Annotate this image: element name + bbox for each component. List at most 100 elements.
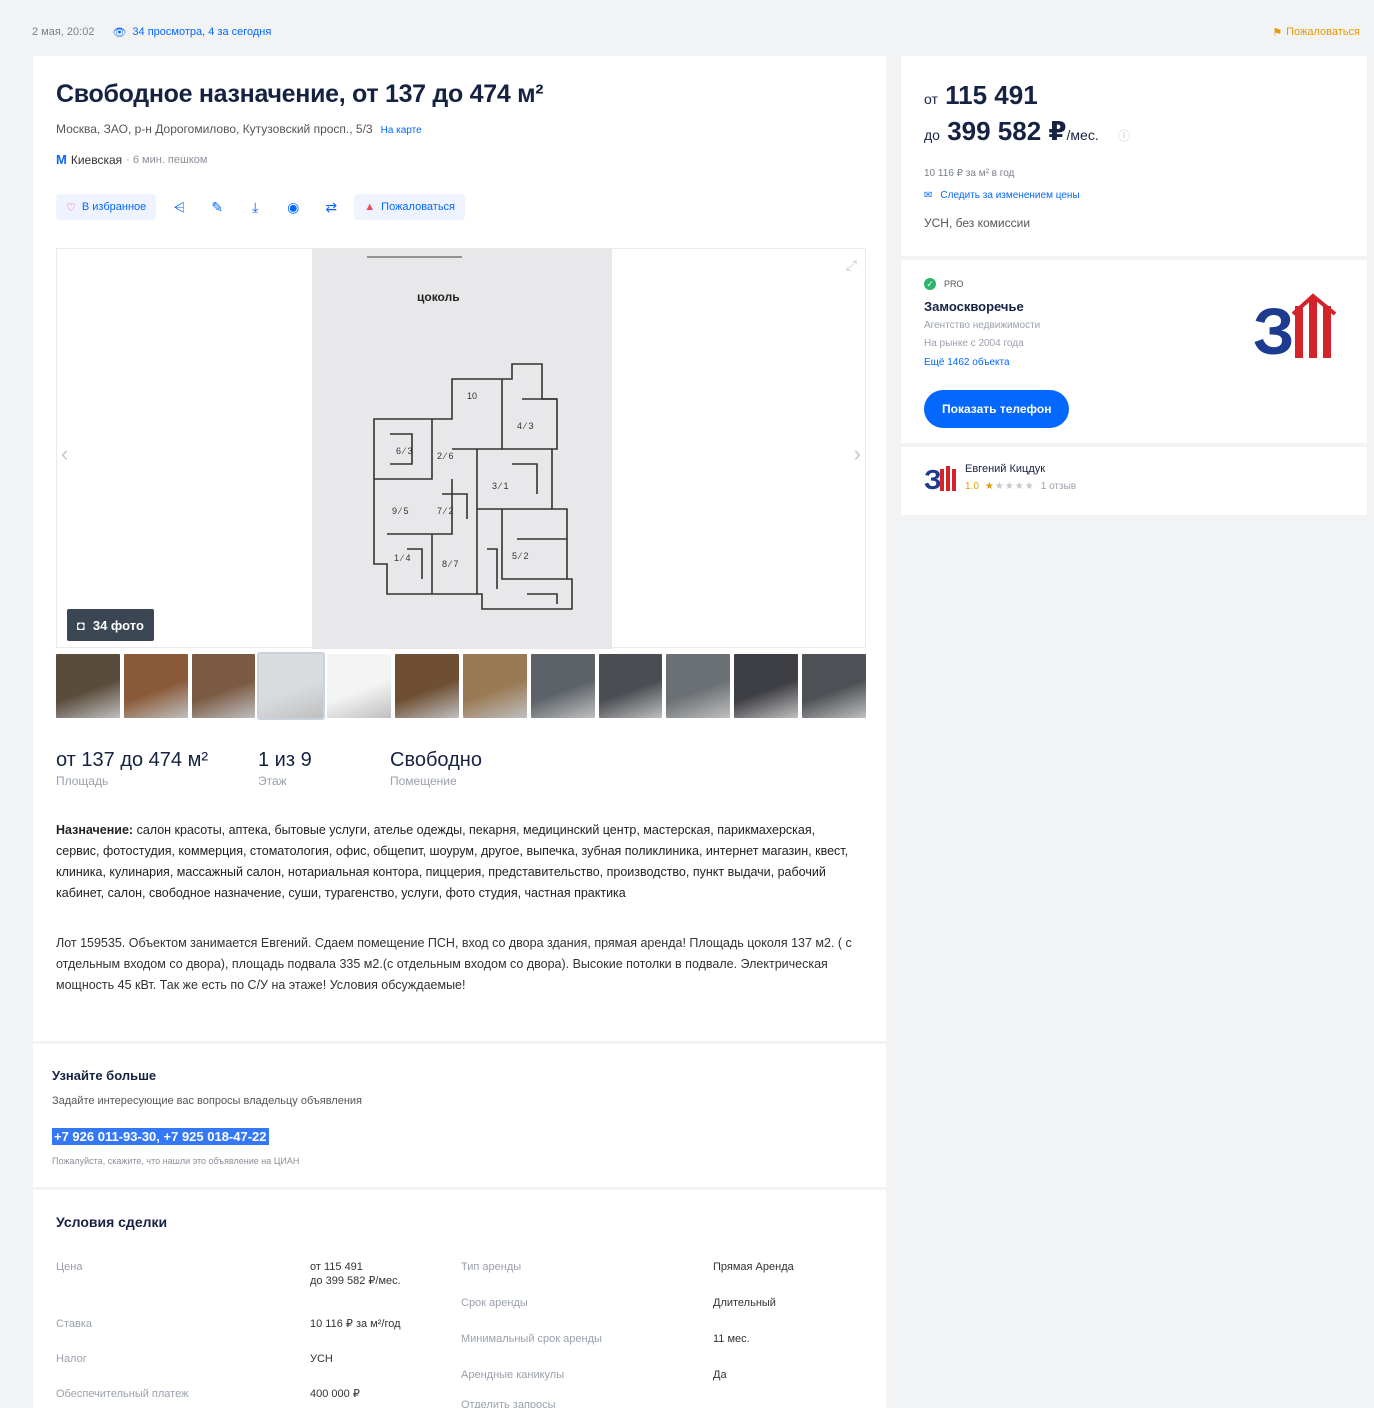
purpose-text: салон красоты, аптека, бытовые услуги, а… (56, 823, 849, 900)
photo-thumbnail[interactable] (734, 654, 799, 718)
plan-label: цоколь (417, 290, 460, 304)
metro-icon: М (56, 152, 67, 167)
fact-premises-label: Помещение (390, 774, 457, 788)
learn-more-subheading: Задайте интересующие вас вопросы владель… (52, 1095, 363, 1107)
photo-thumbnail[interactable] (123, 654, 188, 718)
contact-note: Пожалуйста, скажите, что нашли это объяв… (52, 1156, 300, 1166)
follow-price-label: Следить за изменением цены (940, 190, 1080, 201)
fact-area-value: от 137 до 474 м² (56, 749, 209, 771)
photo-count-badge[interactable]: ◘ 34 фото (67, 609, 154, 641)
views-link[interactable]: 👁 34 просмотра, 4 за сегодня (112, 26, 271, 39)
photo-thumbnail[interactable] (327, 654, 392, 718)
favorite-button[interactable]: ♡ В избранное (56, 194, 157, 220)
address-text[interactable]: Москва, ЗАО, р-н Дорогомилово, Кутузовск… (56, 122, 373, 136)
agent-rating[interactable]: 1.0 ★★★★★ 1 отзыв (965, 481, 1076, 492)
listing-meta-bar: 2 мая, 20:02 👁 34 просмотра, 4 за сегодн… (32, 22, 1360, 42)
price-unit: /мес. (1066, 127, 1099, 143)
check-icon: ✓ (924, 278, 936, 290)
views-count: 34 просмотра, 4 за сегодня (132, 26, 272, 38)
agency-name[interactable]: Замоскворечье (924, 299, 1024, 314)
deal-value: от 115 491 до 399 582 ₽/мес. (310, 1260, 401, 1288)
complain-link[interactable]: ⚑ Пожаловаться (1272, 26, 1360, 39)
mail-icon: ✉ (924, 190, 933, 201)
photo-thumbnail[interactable] (598, 654, 663, 718)
eye-icon: ◉ (287, 198, 300, 215)
svg-text:8 ⁄ 7: 8 ⁄ 7 (442, 559, 459, 569)
agency-logo[interactable]: З (1253, 292, 1345, 364)
next-photo-arrow[interactable]: › (854, 441, 861, 467)
deal-key: Минимальный срок аренды (461, 1333, 602, 1345)
tax-info: УСН, без комиссии (924, 216, 1031, 230)
fact-area: от 137 до 474 м² Площадь (56, 749, 226, 788)
compare-icon: ⇄ (325, 198, 338, 215)
agent-reviews: 1 отзыв (1040, 481, 1077, 492)
fullscreen-icon[interactable]: ⤢ (846, 257, 857, 274)
publish-date: 2 мая, 20:02 (32, 26, 95, 38)
purpose-list: Назначение: салон красоты, аптека, бытов… (56, 820, 856, 904)
photo-thumbnail[interactable] (530, 654, 595, 718)
deal-value: Прямая Аренда (713, 1261, 794, 1273)
photo-thumbnail[interactable] (191, 654, 256, 718)
price-from: от 115 491 (924, 80, 1038, 111)
floor-plan-photo[interactable]: цоколь 6 ⁄ 3 2 ⁄ 6 4 ⁄ 3 7 ⁄ 2 9 ⁄ 5 3 ⁄… (312, 249, 612, 649)
svg-text:6 ⁄ 3: 6 ⁄ 3 (396, 446, 413, 456)
map-link[interactable]: На карте (381, 125, 422, 136)
purpose-label: Назначение: (56, 823, 134, 837)
photo-thumbnail[interactable] (257, 652, 326, 720)
deal-value: УСН (310, 1353, 333, 1365)
svg-text:1 ⁄ 4: 1 ⁄ 4 (394, 553, 411, 563)
photo-thumbnail[interactable] (56, 654, 120, 718)
svg-text:5 ⁄ 2: 5 ⁄ 2 (512, 551, 529, 561)
hide-button[interactable]: ◉ (278, 194, 308, 220)
photo-gallery[interactable]: цоколь 6 ⁄ 3 2 ⁄ 6 4 ⁄ 3 7 ⁄ 2 9 ⁄ 5 3 ⁄… (56, 248, 866, 649)
photo-thumbnail[interactable] (462, 654, 527, 718)
agent-logo[interactable]: З (924, 463, 956, 493)
price-from-value: 115 491 (945, 80, 1038, 110)
pro-label: PRO (944, 279, 964, 289)
prev-photo-arrow[interactable]: ‹ (61, 441, 68, 467)
complain-label: Пожаловаться (1286, 26, 1360, 38)
download-icon: ⤓ (252, 198, 259, 215)
agency-since: На рынке с 2004 года (924, 338, 1024, 349)
listing-main-card: Свободное назначение, от 137 до 474 м² М… (33, 56, 886, 1041)
follow-price-link[interactable]: ✉ Следить за изменением цены (924, 190, 1080, 201)
price-card: от 115 491 до 399 582 ₽/мес. ⓘ 10 116 ₽ … (901, 56, 1367, 256)
compare-button[interactable]: ⇄ (316, 194, 346, 220)
deal-price-to: до 399 582 ₽/мес. (310, 1275, 401, 1287)
deal-key: Арендные каникулы (461, 1369, 565, 1381)
price-from-prefix: от (924, 91, 938, 107)
price-rate: 10 116 ₽ за м² в год (924, 168, 1015, 179)
deal-price-from: от 115 491 (310, 1261, 363, 1273)
contact-phones[interactable]: +7 926 011-93-30, +7 925 018-47-22 (52, 1128, 269, 1145)
action-bar: ♡ В избранное ⩤ ✎ ⤓ ◉ ⇄ ▲ Пожаловаться (56, 194, 466, 220)
report-button[interactable]: ▲ Пожаловаться (354, 194, 466, 220)
price-to-value: 399 582 ₽ (947, 116, 1067, 146)
metro-station[interactable]: Киевская (71, 153, 122, 167)
show-phone-button[interactable]: Показать телефон (924, 390, 1070, 428)
fact-area-label: Площадь (56, 774, 109, 788)
info-icon[interactable]: ⓘ (1118, 129, 1130, 143)
pencil-icon: ✎ (211, 198, 224, 215)
svg-text:З: З (924, 464, 942, 493)
price-to: до 399 582 ₽/мес. ⓘ (924, 116, 1130, 147)
deal-terms-card: Условия сделки Цена от 115 491 до 399 58… (33, 1190, 886, 1408)
agent-name[interactable]: Евгений Кицдук (965, 463, 1045, 475)
learn-more-heading: Узнайте больше (52, 1068, 157, 1083)
description: Лот 159535. Объектом занимается Евгений.… (56, 936, 852, 992)
deal-key: Отделить запросы (461, 1399, 556, 1408)
photo-thumbnail[interactable] (666, 654, 731, 718)
agency-more-link[interactable]: Ещё 1462 объекта (924, 357, 1010, 368)
learn-more-card: Узнайте больше Задайте интересующие вас … (33, 1044, 886, 1187)
agency-type: Агентство недвижимости (924, 320, 1041, 331)
edit-button[interactable]: ✎ (202, 194, 232, 220)
share-icon: ⩤ (173, 198, 185, 215)
pro-badge: ✓ PRO (924, 278, 964, 290)
photo-thumbnail[interactable] (395, 654, 459, 718)
photo-thumbnail[interactable] (802, 654, 866, 718)
deal-terms-heading: Условия сделки (56, 1214, 168, 1230)
key-facts: от 137 до 474 м² Площадь 1 из 9 Этаж Сво… (56, 749, 482, 788)
floor-plan-drawing: цоколь 6 ⁄ 3 2 ⁄ 6 4 ⁄ 3 7 ⁄ 2 9 ⁄ 5 3 ⁄… (312, 249, 612, 649)
warning-icon: ▲ (364, 201, 376, 213)
share-button[interactable]: ⩤ (164, 194, 194, 220)
download-button[interactable]: ⤓ (240, 194, 270, 220)
